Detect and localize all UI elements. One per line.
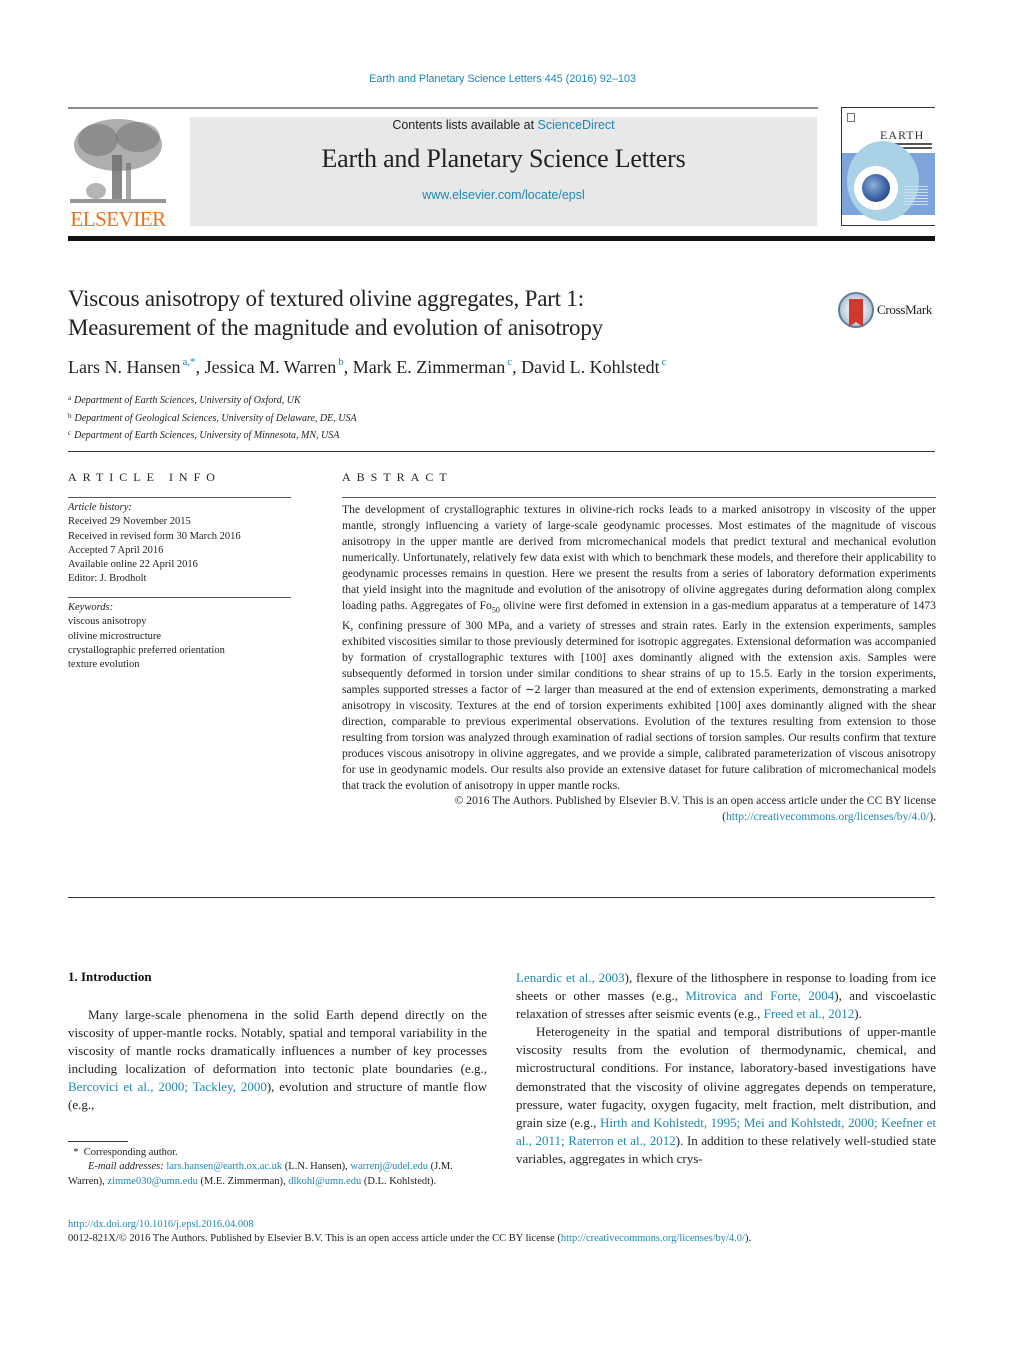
- journal-banner: Contents lists available at ScienceDirec…: [190, 117, 817, 226]
- email-link[interactable]: lars.hansen@earth.ox.ac.uk: [166, 1161, 282, 1172]
- author-list: Lars N. Hansen a,*, Jessica M. Warren b, M…: [68, 356, 667, 377]
- history-item: Received in revised form 30 March 2016: [68, 530, 241, 542]
- citation-link[interactable]: Mitrovica and Forte, 2004: [685, 988, 834, 1003]
- divider: [68, 897, 935, 898]
- email-link[interactable]: zimme030@umn.edu: [107, 1176, 197, 1187]
- history-item: Available online 22 April 2016: [68, 559, 198, 571]
- affiliation-item: a Department of Earth Sciences, Universit…: [68, 394, 301, 406]
- paragraph: Heterogeneity in the spatial and tempora…: [516, 1024, 936, 1166]
- paragraph: Many large-scale phenomena in the solid …: [68, 1007, 487, 1113]
- email-addresses: E-mail addresses: lars.hansen@earth.ox.a…: [68, 1161, 453, 1187]
- contents-line: Contents lists available at ScienceDirec…: [392, 118, 615, 132]
- section-heading-introduction: 1. Introduction: [68, 969, 152, 984]
- abstract-copyright: © 2016 The Authors. Published by Elsevie…: [454, 794, 936, 824]
- author-name[interactable]: David L. Kohlstedt: [521, 357, 659, 377]
- abstract-text: The development of crystallographic text…: [342, 503, 936, 792]
- keywords: Keywords: viscous anisotropy olivine mic…: [68, 601, 225, 672]
- author-affiliation-link[interactable]: a,*: [182, 356, 195, 368]
- crossmark-icon: [838, 292, 874, 328]
- abstract-body: The development of crystallographic text…: [342, 502, 936, 825]
- doi-link[interactable]: http://dx.doi.org/10.1016/j.epsl.2016.04…: [68, 1219, 254, 1230]
- footnotes: * Corresponding author. E-mail addresses…: [68, 1146, 488, 1189]
- history-item: Received 29 November 2015: [68, 516, 191, 528]
- abstract-heading: ABSTRACT: [342, 470, 453, 484]
- divider: [68, 451, 935, 452]
- body-column-left: Many large-scale phenomena in the solid …: [68, 1006, 487, 1115]
- keyword-item: crystallographic preferred orientation: [68, 644, 225, 656]
- citation-link[interactable]: Bercovici et al., 2000; Tackley, 2000: [68, 1079, 267, 1094]
- email-link[interactable]: warrenj@udel.edu: [350, 1161, 428, 1172]
- crossmark-label: CrossMark: [877, 302, 933, 317]
- author-name[interactable]: Lars N. Hansen: [68, 357, 180, 377]
- journal-homepage-link[interactable]: www.elsevier.com/locate/epsl: [190, 188, 817, 202]
- divider: [68, 597, 291, 598]
- affiliation-item: c Department of Earth Sciences, Universit…: [68, 429, 340, 441]
- journal-cover-thumbnail[interactable]: EARTH: [841, 107, 935, 226]
- body-column-right: Lenardic et al., 2003), flexure of the l…: [516, 969, 936, 1168]
- keyword-item: olivine microstructure: [68, 630, 162, 642]
- keyword-item: texture evolution: [68, 659, 140, 671]
- header-thick-rule: [68, 236, 935, 241]
- footnote-rule: [68, 1141, 128, 1142]
- journal-citation-link[interactable]: Earth and Planetary Science Letters 445 …: [0, 73, 1005, 85]
- article-title: Viscous anisotropy of textured olivine a…: [68, 286, 603, 340]
- affiliation-item: b Department of Geological Sciences, Univ…: [68, 411, 357, 424]
- divider: [68, 497, 291, 498]
- paragraph: Lenardic et al., 2003), flexure of the l…: [516, 970, 936, 1022]
- header-rule: [68, 107, 818, 109]
- sciencedirect-link[interactable]: ScienceDirect: [538, 118, 615, 132]
- earth-globe-icon: [862, 174, 890, 202]
- citation-link[interactable]: Freed et al., 2012: [764, 1006, 855, 1021]
- cc-license-link[interactable]: http://creativecommons.org/licenses/by/4…: [561, 1233, 745, 1244]
- cover-publisher-icon: [847, 113, 855, 122]
- corresponding-author-note: * Corresponding author.: [73, 1147, 178, 1158]
- email-link[interactable]: dlkohl@umn.edu: [288, 1176, 361, 1187]
- journal-name: Earth and Planetary Science Letters: [321, 144, 686, 173]
- author-affiliation-link[interactable]: c: [662, 356, 667, 368]
- author-name[interactable]: Jessica M. Warren: [205, 357, 337, 377]
- divider: [342, 497, 936, 498]
- crossmark-button[interactable]: CrossMark: [838, 292, 938, 328]
- cc-license-link[interactable]: http://creativecommons.org/licenses/by/4…: [726, 810, 929, 823]
- history-item: Accepted 7 April 2016: [68, 544, 164, 556]
- history-item: Editor: J. Brodholt: [68, 573, 147, 585]
- issn-copyright: 0012-821X/© 2016 The Authors. Published …: [68, 1233, 752, 1244]
- keyword-item: viscous anisotropy: [68, 616, 147, 628]
- article-history: Article history: Received 29 November 20…: [68, 501, 241, 587]
- article-info-heading: ARTICLE INFO: [68, 470, 221, 484]
- citation-link[interactable]: Lenardic et al., 2003: [516, 970, 625, 985]
- author-name[interactable]: Mark E. Zimmerman: [353, 357, 505, 377]
- cover-text-lines: [904, 186, 928, 187]
- affiliations: a Department of Earth Sciences, Universit…: [68, 391, 357, 444]
- elsevier-wordmark: ELSEVIER: [70, 207, 166, 231]
